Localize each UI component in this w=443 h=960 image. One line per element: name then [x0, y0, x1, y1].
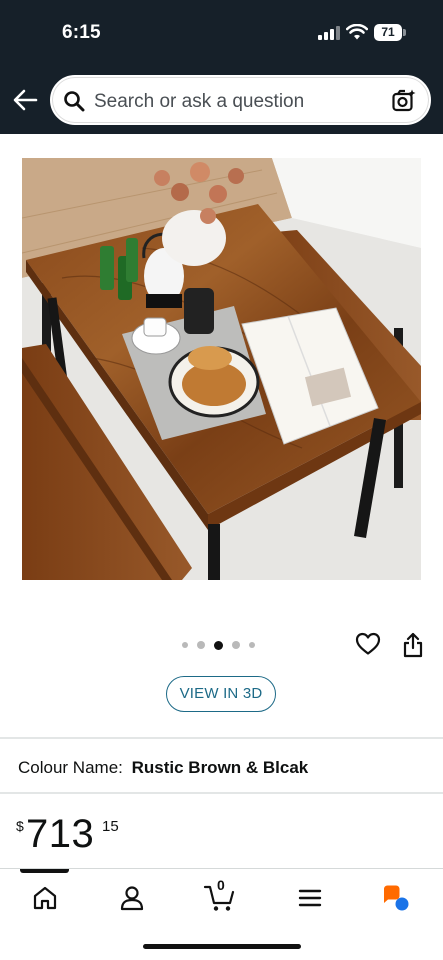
colour-name-value: Rustic Brown & Blcak [131, 758, 309, 777]
price-fraction: 15 [102, 818, 119, 835]
app-header: 6:15 71 Search or ask a question [0, 0, 443, 134]
battery-icon: 71 [374, 24, 406, 41]
account-icon[interactable] [117, 883, 147, 913]
price-currency-symbol: $ [16, 818, 24, 834]
section-divider [0, 737, 443, 739]
status-time: 6:15 [62, 22, 101, 43]
search-placeholder: Search or ask a question [94, 91, 305, 112]
price-whole: 713 [26, 812, 95, 856]
cellular-signal-icon [318, 26, 340, 40]
carousel-dot[interactable] [182, 642, 188, 648]
heart-icon[interactable] [355, 632, 381, 656]
view-in-3d-button[interactable]: VIEW IN 3D [166, 676, 276, 712]
camera-search-icon[interactable] [391, 88, 417, 114]
section-divider [0, 792, 443, 794]
dining-table-illustration [22, 158, 421, 580]
carousel-dot[interactable] [232, 641, 240, 649]
battery-level: 71 [374, 24, 402, 41]
cart-count: 0 [217, 877, 225, 893]
home-icon[interactable] [30, 883, 60, 913]
search-input[interactable]: Search or ask a question [50, 75, 431, 125]
assistant-icon[interactable] [381, 883, 411, 913]
menu-icon[interactable] [295, 883, 325, 913]
home-indicator-bar [143, 944, 301, 949]
wifi-icon [346, 24, 368, 40]
carousel-dot[interactable] [249, 642, 255, 648]
product-image[interactable] [22, 158, 421, 580]
back-arrow-icon[interactable] [12, 88, 38, 112]
carousel-dot[interactable] [197, 641, 205, 649]
search-icon [64, 91, 85, 112]
share-icon[interactable] [402, 632, 424, 658]
colour-name-row: Colour Name: Rustic Brown & Blcak [18, 758, 308, 778]
carousel-dot-active[interactable] [214, 640, 223, 650]
colour-name-label: Colour Name: [18, 758, 123, 777]
cart-button[interactable]: 0 [203, 877, 239, 913]
image-carousel-dots[interactable] [182, 640, 255, 650]
active-tab-indicator [20, 869, 69, 873]
